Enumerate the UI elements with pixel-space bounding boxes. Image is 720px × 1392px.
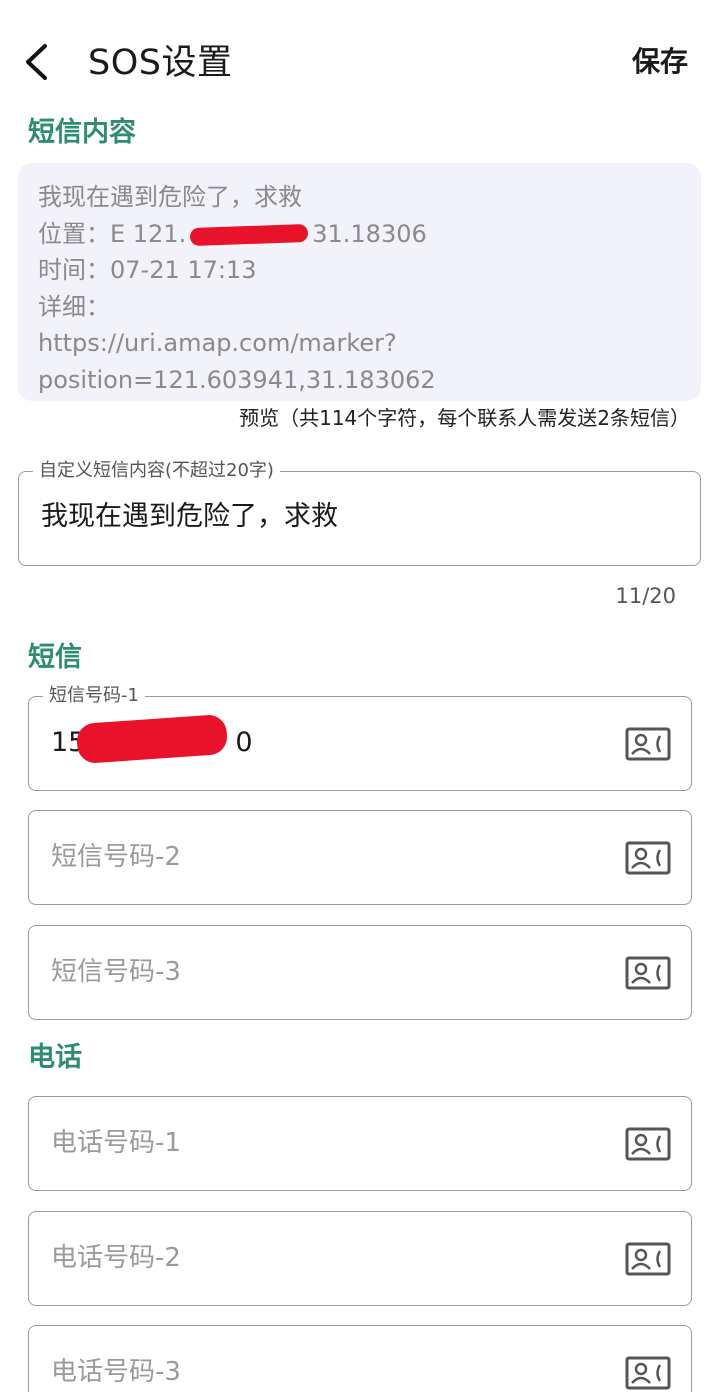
preview-line-url-1: https://uri.amap.com/marker? [38,329,397,357]
phone-number-1-placeholder: 电话号码-1 [51,1128,181,1158]
char-counter: 11/20 [615,584,676,608]
phone-number-3-placeholder: 电话号码-3 [51,1357,181,1387]
custom-sms-legend: 自定义短信内容(不超过20字) [33,458,280,484]
sms-number-field-2[interactable]: 短信号码-2 [28,810,692,905]
preview-location-suffix: 31.18306 [312,219,427,248]
preview-line-message: 我现在遇到危险了，求救 [38,183,302,211]
app-header: SOS设置 保存 [0,28,720,98]
back-button[interactable] [16,42,56,82]
preview-line-detail: 详细： [38,292,110,321]
contact-card-icon[interactable] [625,1356,671,1390]
phone-number-field-3[interactable]: 电话号码-3 [28,1325,692,1392]
sms-number-2-placeholder: 短信号码-2 [51,842,181,872]
section-label-sms-content: 短信内容 [28,117,136,148]
sms-number-1-suffix: 0 [235,727,253,758]
contact-card-icon[interactable] [625,1242,671,1276]
phone-number-field-1[interactable]: 电话号码-1 [28,1096,692,1191]
page-title: SOS设置 [88,43,233,83]
preview-line-location: 位置：E 121. 31.18306 [38,216,681,253]
sos-settings-page: SOS设置 保存 短信内容 我现在遇到危险了，求救 位置：E 121. 31.18… [0,0,720,1392]
preview-info-text: 预览（共114个字符，每个联系人需发送2条短信） [239,406,690,430]
sms-number-field-3[interactable]: 短信号码-3 [28,925,692,1020]
preview-line-url-2: position=121.603941,31.183062 [38,365,436,394]
sms-number-1-legend: 短信号码-1 [43,683,145,709]
sms-number-field-1[interactable]: 短信号码-1 15 0 [28,683,692,791]
preview-location-prefix: 位置：E 121. [38,219,187,248]
contact-card-icon[interactable] [625,956,671,990]
custom-sms-field[interactable]: 自定义短信内容(不超过20字) 我现在遇到危险了，求救 [18,458,701,566]
phone-number-2-placeholder: 电话号码-2 [51,1243,181,1273]
sms-preview-box: 我现在遇到危险了，求救 位置：E 121. 31.18306 时间：07-21 1… [18,163,701,401]
contact-card-icon[interactable] [625,727,671,761]
save-button[interactable]: 保存 [632,44,688,80]
chevron-left-icon [26,44,47,80]
redaction-mark [189,223,309,246]
phone-number-field-2[interactable]: 电话号码-2 [28,1211,692,1306]
contact-card-icon[interactable] [625,1127,671,1161]
preview-line-time: 时间：07-21 17:13 [38,256,257,284]
section-label-phone: 电话 [28,1042,82,1073]
custom-sms-value: 我现在遇到危险了，求救 [41,501,338,532]
section-label-sms: 短信 [28,642,82,673]
sms-number-3-placeholder: 短信号码-3 [51,957,181,987]
contact-card-icon[interactable] [625,841,671,875]
